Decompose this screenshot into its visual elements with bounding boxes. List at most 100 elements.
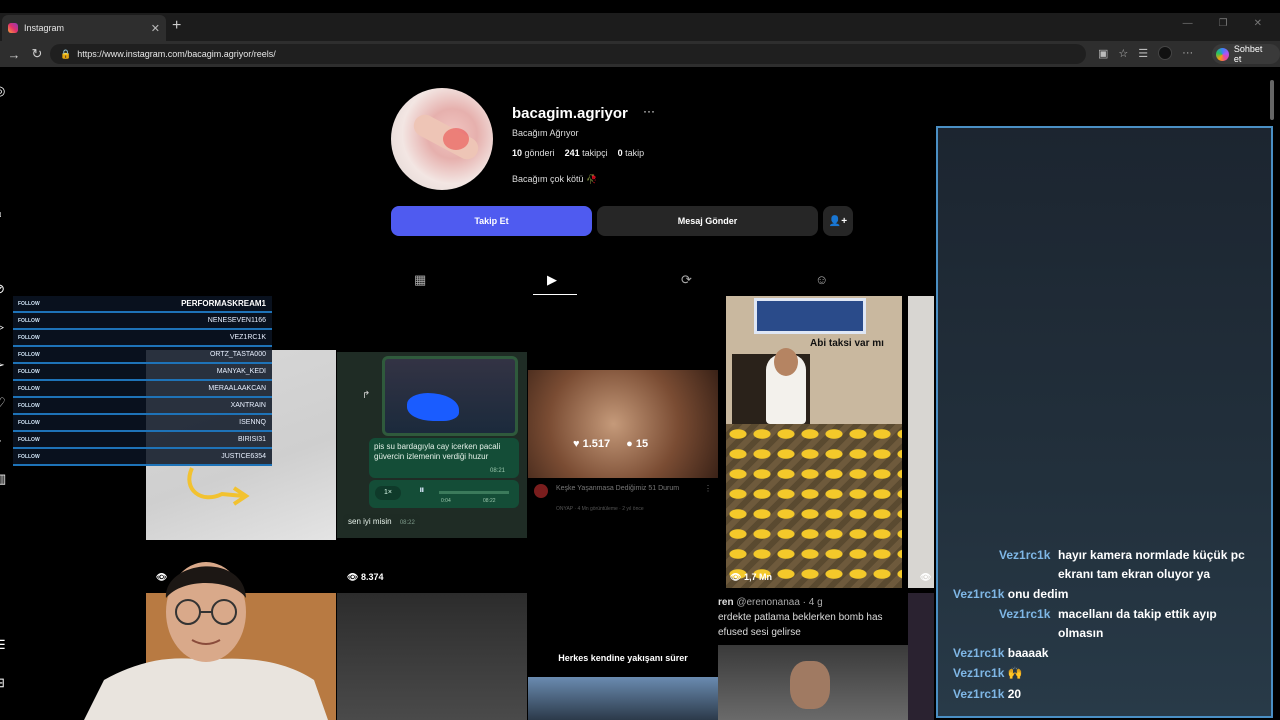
also-from-meta-icon[interactable]: ⊞ bbox=[0, 675, 5, 691]
calligraphy-plaque bbox=[754, 298, 866, 334]
follow-row: FOLLOW ISENNQ bbox=[13, 415, 272, 432]
new-tab-icon[interactable]: + bbox=[172, 17, 181, 35]
reel-2[interactable]: ↱ pis su bardagıyla cay icerken pacali g… bbox=[337, 296, 527, 588]
following-stat[interactable]: 0 takip bbox=[618, 148, 645, 158]
channel-avatar bbox=[534, 484, 548, 498]
url-field[interactable]: 🔒 https://www.instagram.com/bacagim.agri… bbox=[50, 44, 1086, 64]
follow-row: FOLLOW NENESEVEN1166 bbox=[13, 313, 272, 330]
dashboard-icon[interactable]: ▥ bbox=[0, 471, 6, 487]
yellow-arrow-drawing bbox=[187, 467, 250, 506]
follow-row: FOLLOW ORTZ_TASTA000 bbox=[13, 347, 272, 364]
streamer-webcam bbox=[84, 562, 328, 720]
address-bar: → ↻ 🔒 https://www.instagram.com/bacagim.… bbox=[0, 41, 1280, 67]
chat-message: Vez1rc1k onu dedim bbox=[953, 587, 1069, 601]
forward-icon: ↱ bbox=[362, 390, 371, 401]
active-tab-indicator bbox=[533, 294, 577, 295]
whatsapp-message: pis su bardagıyla cay icerken pacali güv… bbox=[369, 438, 519, 478]
comments-count: ● 15 bbox=[626, 438, 649, 450]
chat-message: Vez1rc1k baaaak bbox=[953, 646, 1049, 660]
views-icon: 👁 bbox=[730, 572, 744, 582]
message-button[interactable]: Mesaj Gönder bbox=[597, 206, 818, 236]
copilot-label: Sohbet et bbox=[1233, 44, 1263, 64]
profile-bio: Bacağım çok kötü 🥀 bbox=[512, 174, 598, 184]
reels-icon[interactable]: ▷ bbox=[0, 319, 4, 335]
split-view-icon[interactable]: ▣ bbox=[1098, 47, 1108, 60]
follow-row: FOLLOW PERFORMASKREAM1 bbox=[13, 296, 272, 313]
tab-posts-grid-icon[interactable]: ▦ bbox=[414, 272, 426, 288]
chat-video-thumbnail bbox=[382, 356, 518, 436]
reel-3-thumbnail bbox=[528, 370, 718, 478]
reel-3-stats: ♥ 1.517 ● 15 bbox=[573, 438, 648, 450]
taxi-cookies bbox=[726, 424, 902, 588]
messages-icon[interactable]: ➢ bbox=[0, 357, 5, 373]
page-scrollbar[interactable] bbox=[1270, 80, 1274, 120]
close-window-icon[interactable]: ✕ bbox=[1254, 18, 1262, 29]
window-controls: — ❐ ✕ bbox=[1183, 18, 1262, 29]
reel-10[interactable] bbox=[908, 593, 934, 720]
follow-row: FOLLOW MERAALAAKCAN bbox=[13, 381, 272, 398]
reel-9[interactable]: ren @erenonanaa · 4 g erdekte patlama be… bbox=[718, 593, 908, 720]
profile-avatar-icon[interactable] bbox=[1158, 46, 1173, 60]
copilot-button[interactable]: Sohbet et bbox=[1212, 44, 1280, 64]
chat-message: Vez1rc1k hayır kamera normlade küçük pc … bbox=[999, 548, 1245, 581]
chat-message: Vez1rc1k 🙌 bbox=[953, 666, 1023, 680]
refresh-icon[interactable]: ↻ bbox=[25, 46, 49, 62]
profile-tabs: ▦ ▶ ⟳ ☺ bbox=[355, 266, 933, 294]
restore-icon[interactable]: ❐ bbox=[1219, 18, 1228, 29]
views-icon: 👁 bbox=[347, 572, 361, 582]
follow-button[interactable]: Takip Et bbox=[391, 206, 592, 236]
more-vert-icon: ⋮ bbox=[704, 484, 712, 493]
options-icon[interactable]: ··· bbox=[643, 104, 655, 118]
instagram-sidebar: ◎ ⌂ ⌕ ⊘ ▷ ➢ ♡ + ▥ ● ☰ ⊞ bbox=[0, 67, 12, 720]
explore-icon[interactable]: ⊘ bbox=[0, 281, 5, 297]
tab-tagged-icon[interactable]: ☺ bbox=[815, 272, 828, 287]
reel-4[interactable]: Abi taksi var mı 👁 1,7 Mn bbox=[726, 296, 902, 588]
heart-icon: ♥ bbox=[573, 438, 580, 450]
instagram-favicon-icon bbox=[8, 23, 18, 33]
reel-3[interactable]: ♥ 1.517 ● 15 Keşke Yaşanmasa Dediğimiz 5… bbox=[528, 296, 718, 588]
tab-reels-icon[interactable]: ▶ bbox=[547, 272, 557, 288]
favorite-star-icon[interactable]: ☆ bbox=[1118, 47, 1128, 60]
posts-stat[interactable]: 10 gönderi bbox=[512, 148, 555, 158]
reel-7-blurred[interactable] bbox=[337, 593, 527, 720]
views-icon: 👁 bbox=[920, 572, 932, 582]
tab-reposts-icon[interactable]: ⟳ bbox=[681, 272, 692, 288]
followers-stat[interactable]: 241 takipçi bbox=[565, 148, 608, 158]
more-menu-icon[interactable]: ··· bbox=[1182, 47, 1193, 59]
collections-icon[interactable]: ☰ bbox=[1138, 47, 1148, 60]
chat-message: Vez1rc1k 20 bbox=[953, 687, 1022, 701]
follow-row: FOLLOW XANTRAIN bbox=[13, 398, 272, 415]
tab-title: Instagram bbox=[24, 23, 65, 33]
top-strip bbox=[0, 0, 1280, 13]
follow-row: FOLLOW MANYAK_KEDI bbox=[13, 364, 272, 381]
url-text: https://www.instagram.com/bacagim.agriyo… bbox=[77, 49, 276, 59]
pause-icon: ⏸ bbox=[419, 484, 425, 496]
forward-icon[interactable]: → bbox=[2, 47, 26, 62]
close-tab-icon[interactable]: ✕ bbox=[151, 22, 160, 35]
add-person-icon: 👤+ bbox=[828, 215, 848, 227]
likes-count: ♥ 1.517 bbox=[573, 438, 611, 450]
reel-5[interactable]: 👁 bbox=[908, 296, 934, 588]
profile-picture[interactable] bbox=[391, 88, 493, 190]
browser-tab[interactable]: Instagram ✕ bbox=[2, 15, 166, 41]
follow-row: FOLLOW BIRISI31 bbox=[13, 432, 272, 449]
comment-icon: ● bbox=[626, 438, 633, 450]
copilot-icon bbox=[1216, 47, 1229, 61]
profile-username: bacagim.agriyor bbox=[512, 105, 628, 122]
minimize-icon[interactable]: — bbox=[1183, 18, 1193, 29]
webcam-overlay bbox=[84, 540, 328, 720]
notifications-icon[interactable]: ♡ bbox=[0, 395, 6, 411]
home-icon[interactable]: ⌂ bbox=[0, 205, 2, 220]
reel-8[interactable]: Herkes kendine yakışanı sürer bbox=[528, 593, 718, 720]
reel-2-views: 👁 8.374 bbox=[347, 572, 384, 582]
browser-tools: ▣ ☆ ☰ ··· bbox=[1098, 46, 1193, 60]
suggested-users-button[interactable]: 👤+ bbox=[823, 206, 853, 236]
menu-icon[interactable]: ☰ bbox=[0, 637, 6, 653]
search-icon[interactable]: ⌕ bbox=[0, 243, 1, 259]
follow-row: FOLLOW JUSTICE6354 bbox=[13, 449, 272, 466]
tab-bar: Instagram ✕ + — ❐ ✕ bbox=[0, 13, 1280, 41]
stream-chat-panel: Vez1rc1k hayır kamera normlade küçük pc … bbox=[936, 126, 1273, 718]
instagram-logo-icon[interactable]: ◎ bbox=[0, 83, 5, 99]
site-info-icon[interactable]: 🔒 bbox=[60, 49, 71, 60]
create-icon[interactable]: + bbox=[0, 433, 2, 448]
